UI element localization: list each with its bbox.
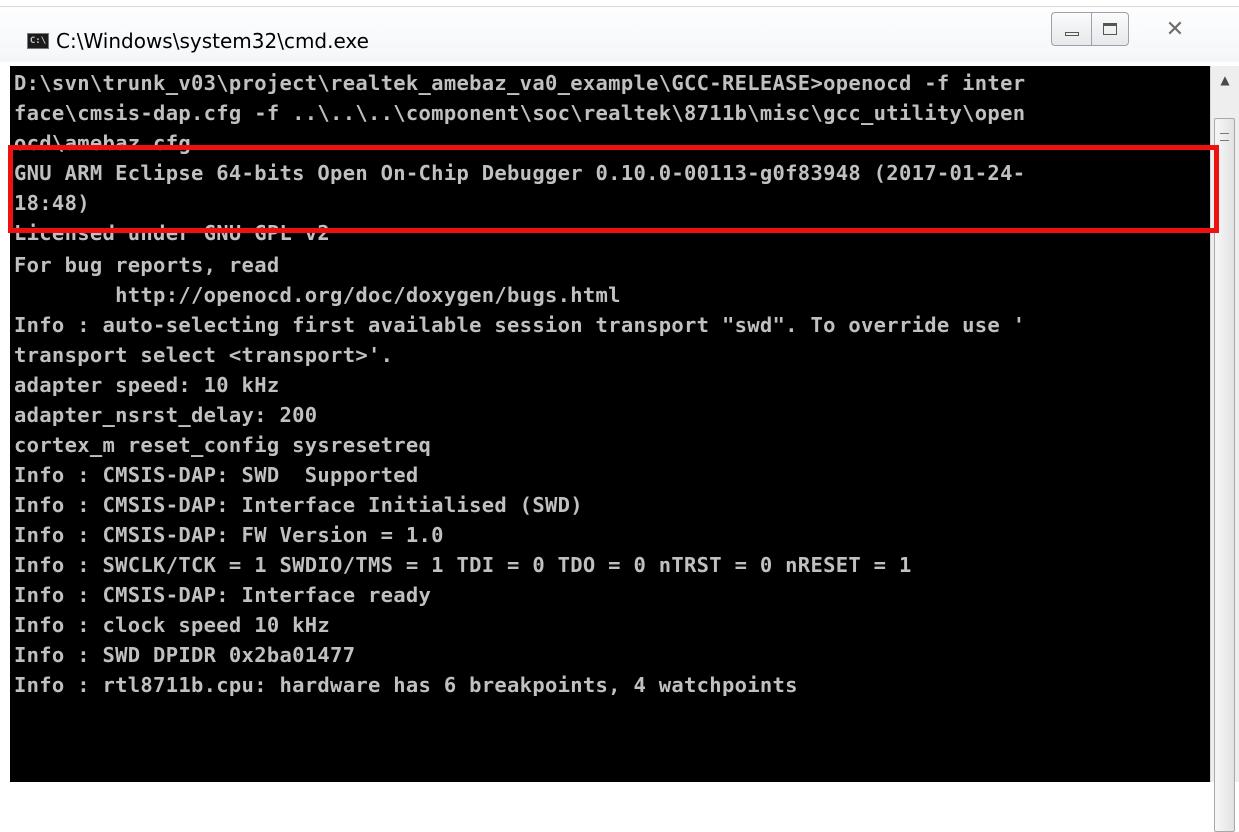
cmd-window: C:\ C:\Windows\system32\cmd.exe ✕ D:\svn… bbox=[0, 0, 1239, 832]
scroll-up-button[interactable]: ▲ bbox=[1211, 66, 1239, 94]
console-line: Info : SWD DPIDR 0x2ba01477 bbox=[14, 643, 356, 667]
console-line: Licensed under GNU GPL v2 bbox=[14, 221, 331, 245]
console-line: transport select <transport>'. bbox=[14, 343, 394, 367]
console-line: Info : CMSIS-DAP: SWD Supported bbox=[14, 463, 419, 487]
maximize-icon bbox=[1103, 23, 1117, 35]
console-line: Info : rtl8711b.cpu: hardware has 6 brea… bbox=[14, 673, 798, 697]
scrollbar-thumb[interactable] bbox=[1214, 118, 1235, 832]
console-line: Info : CMSIS-DAP: Interface Initialised … bbox=[14, 493, 583, 517]
console-line: GNU ARM Eclipse 64-bits Open On-Chip Deb… bbox=[14, 161, 1026, 185]
console-line: adapter speed: 10 kHz bbox=[14, 373, 280, 397]
title-bar[interactable]: C:\ C:\Windows\system32\cmd.exe ✕ bbox=[0, 0, 1239, 62]
close-button[interactable]: ✕ bbox=[1140, 12, 1210, 46]
console-line: For bug reports, read bbox=[14, 253, 280, 277]
console-line: http://openocd.org/doc/doxygen/bugs.html bbox=[14, 283, 621, 307]
console-line: Info : clock speed 10 kHz bbox=[14, 613, 331, 637]
minimize-button[interactable] bbox=[1051, 12, 1091, 46]
console-output[interactable]: D:\svn\trunk_v03\project\realtek_amebaz_… bbox=[10, 66, 1210, 782]
console-line: Info : CMSIS-DAP: Interface ready bbox=[14, 583, 432, 607]
console-line: face\cmsis-dap.cfg -f ..\..\..\component… bbox=[14, 101, 1026, 125]
window-title: C:\Windows\system32\cmd.exe bbox=[56, 29, 369, 53]
minimize-icon bbox=[1064, 32, 1079, 36]
grip-icon bbox=[1220, 133, 1229, 141]
console-line: D:\svn\trunk_v03\project\realtek_amebaz_… bbox=[14, 71, 1026, 95]
console-line: Info : SWCLK/TCK = 1 SWDIO/TMS = 1 TDI =… bbox=[14, 553, 912, 577]
maximize-button[interactable] bbox=[1091, 12, 1129, 46]
cmd-icon[interactable]: C:\ bbox=[27, 33, 49, 49]
vertical-scrollbar[interactable]: ▲ bbox=[1210, 66, 1239, 832]
console-line: cortex_m reset_config sysresetreq bbox=[14, 433, 432, 457]
close-icon: ✕ bbox=[1165, 16, 1185, 42]
console-line: 18:48) bbox=[14, 191, 90, 215]
chevron-up-icon: ▲ bbox=[1220, 73, 1230, 87]
console-line: Info : CMSIS-DAP: FW Version = 1.0 bbox=[14, 523, 444, 547]
console-line: Info : auto-selecting first available se… bbox=[14, 313, 1026, 337]
console-line: adapter_nsrst_delay: 200 bbox=[14, 403, 318, 427]
top-edge bbox=[0, 0, 1239, 7]
console-line: ocd\amebaz.cfg bbox=[14, 131, 191, 155]
